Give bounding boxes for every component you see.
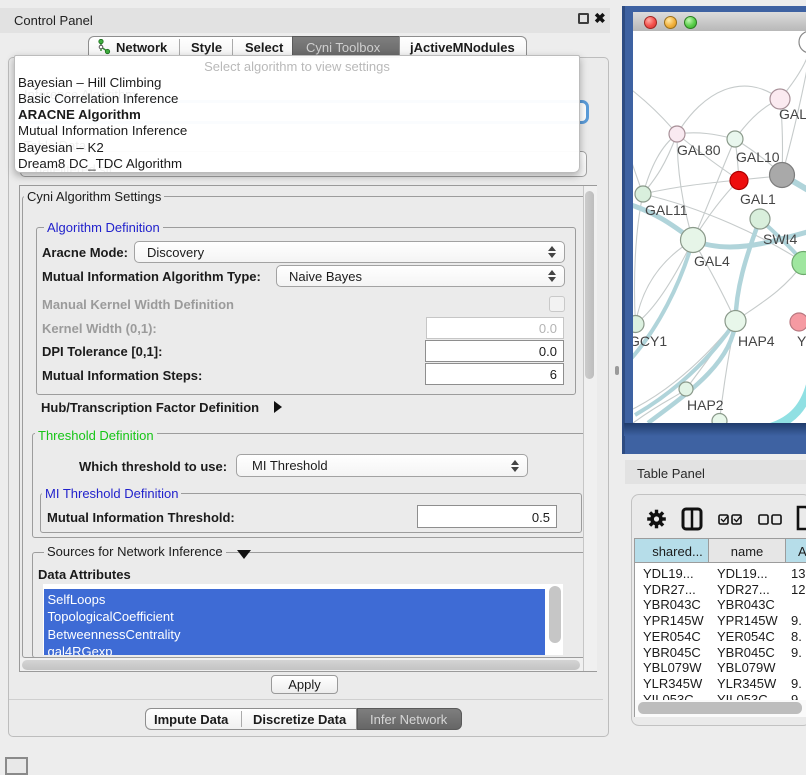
- svg-text:HAP4: HAP4: [738, 333, 775, 349]
- svg-text:HAP2: HAP2: [687, 397, 724, 413]
- svg-text:GAL10: GAL10: [736, 149, 780, 165]
- svg-text:SWI4: SWI4: [763, 231, 797, 247]
- svg-text:GAL80: GAL80: [677, 142, 721, 158]
- svg-text:GCY1: GCY1: [633, 333, 667, 349]
- svg-text:GAL1: GAL1: [740, 191, 776, 207]
- svg-text:GAL7: GAL7: [779, 106, 806, 122]
- svg-text:Y: Y: [797, 333, 806, 349]
- svg-text:GAL11: GAL11: [645, 202, 688, 218]
- svg-text:GAL4: GAL4: [694, 253, 730, 269]
